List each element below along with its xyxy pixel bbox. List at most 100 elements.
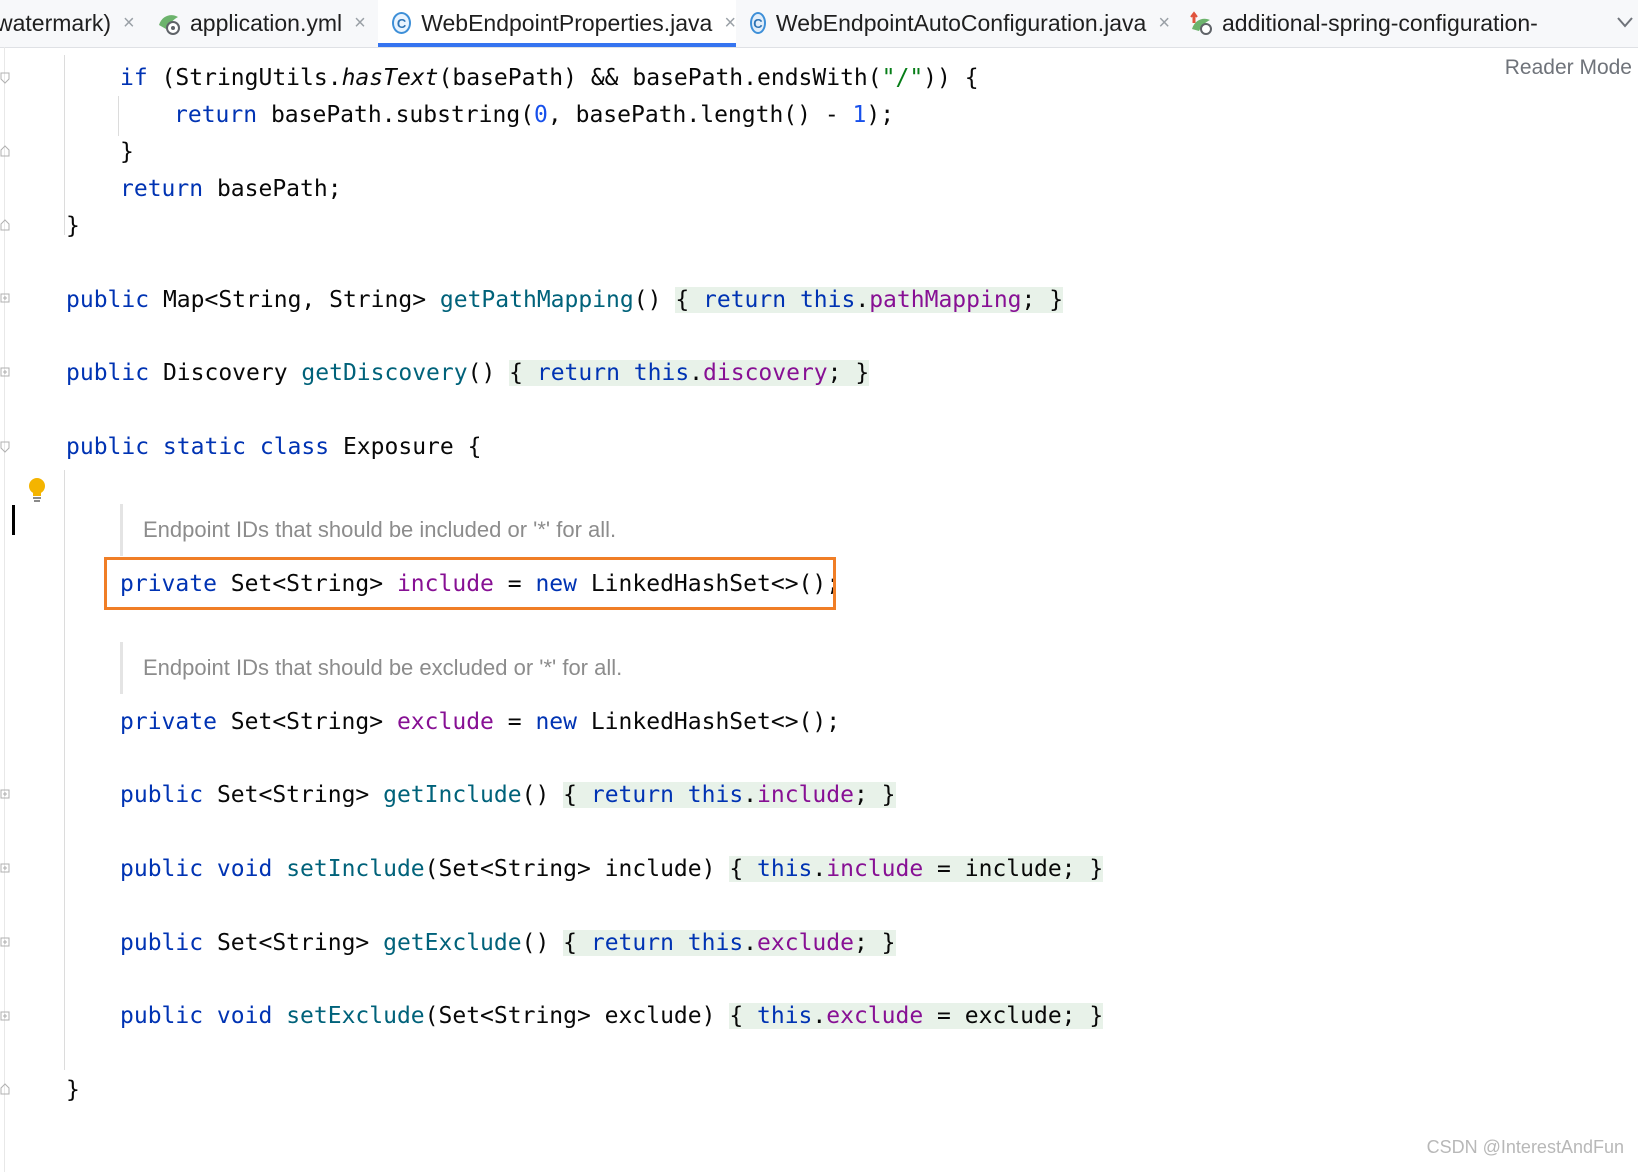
yml-config-icon	[159, 15, 180, 35]
code-line[interactable]: private Set<String> exclude = new Linked…	[120, 702, 840, 742]
code-line[interactable]: }	[66, 1070, 80, 1110]
fold-icon[interactable]	[0, 441, 10, 453]
code-token: if	[120, 65, 148, 91]
folded-region[interactable]: { return this.include; }	[563, 782, 896, 808]
code-token: }	[120, 139, 134, 165]
code-token: return this	[536, 360, 690, 386]
code-token: include	[757, 782, 854, 808]
code-token: this	[757, 856, 813, 882]
code-line[interactable]: public Map<String, String> getPathMappin…	[66, 280, 1064, 320]
code-token: getPathMapping	[439, 287, 634, 313]
reader-mode-toggle[interactable]: Reader Mode	[1505, 56, 1632, 80]
code-token: pathMapping	[869, 287, 1022, 313]
code-token: {	[509, 360, 537, 386]
expand-icon[interactable]	[0, 1011, 10, 1023]
tab-watermark[interactable]: watermark) ×	[0, 0, 146, 46]
code-line[interactable]: public Set<String> getExclude() { return…	[120, 923, 896, 963]
code-line[interactable]: public static class Exposure {	[66, 427, 481, 467]
code-token: public void	[120, 856, 273, 882]
code-token: ()	[467, 360, 510, 386]
code-line[interactable]: return basePath.substring(0, basePath.le…	[174, 95, 894, 135]
chevron-down-icon[interactable]	[1616, 10, 1634, 34]
expand-icon[interactable]	[0, 293, 10, 305]
tab-webendpointautoconfiguration[interactable]: C WebEndpointAutoConfiguration.java ×	[750, 0, 1170, 46]
tab-label: application.yml	[190, 9, 343, 36]
folded-region[interactable]: { return this.discovery; }	[509, 360, 870, 386]
javadoc-include: Endpoint IDs that should be included or …	[120, 504, 616, 556]
code-token: (Set<String> exclude)	[424, 1003, 730, 1029]
java-class-icon: C	[750, 12, 766, 34]
code-token: setInclude	[286, 856, 425, 882]
fold-icon[interactable]	[0, 219, 10, 231]
fold-icon[interactable]	[0, 1083, 10, 1095]
folded-region[interactable]: { return this.pathMapping; }	[675, 287, 1064, 313]
javadoc-exclude: Endpoint IDs that should be excluded or …	[120, 642, 622, 694]
tab-application-yml[interactable]: application.yml ×	[156, 0, 374, 46]
expand-icon[interactable]	[0, 789, 10, 801]
code-token: Set<String>	[216, 709, 397, 735]
tab-additional-spring-configuration[interactable]: additional-spring-configuration-	[1188, 0, 1608, 46]
close-icon[interactable]: ×	[724, 12, 736, 35]
code-token: hasText	[341, 65, 439, 91]
code-line[interactable]: public Set<String> getInclude() { return…	[120, 775, 896, 815]
folded-region[interactable]: { this.exclude = exclude; }	[729, 1003, 1104, 1029]
code-line[interactable]: return basePath;	[120, 169, 342, 209]
lightbulb-icon[interactable]	[26, 476, 48, 504]
code-token: .	[812, 1003, 827, 1029]
code-line[interactable]: public Discovery getDiscovery() { return…	[66, 353, 870, 393]
code-token: return this	[590, 930, 744, 956]
code-token: exclude	[396, 709, 494, 735]
expand-icon[interactable]	[0, 863, 10, 875]
code-token: "/"	[881, 65, 924, 91]
code-line[interactable]: }	[66, 206, 80, 246]
close-icon[interactable]: ×	[123, 12, 135, 35]
expand-icon[interactable]	[0, 937, 10, 949]
gutter	[4, 47, 5, 1172]
code-token: public	[66, 360, 150, 386]
code-token: {	[729, 856, 758, 882]
close-icon[interactable]: ×	[354, 12, 366, 35]
code-token: .	[743, 930, 758, 956]
code-token: exclude	[826, 1003, 924, 1029]
code-token: ; }	[853, 782, 896, 808]
folded-region[interactable]: { this.include = include; }	[729, 856, 1104, 882]
code-token: discovery	[703, 360, 828, 386]
indent-guide	[64, 470, 65, 1070]
code-token: include	[826, 856, 924, 882]
code-token: public	[120, 782, 204, 808]
fold-icon[interactable]	[0, 72, 10, 84]
code-token: setExclude	[286, 1003, 425, 1029]
code-token: new	[535, 709, 577, 735]
tab-label: WebEndpointProperties.java	[421, 9, 713, 36]
indent-guide	[64, 55, 65, 235]
code-token: {	[729, 1003, 758, 1029]
code-token: LinkedHashSet<>();	[576, 709, 841, 735]
close-icon[interactable]: ×	[1158, 12, 1170, 35]
code-line[interactable]: public void setExclude(Set<String> exclu…	[120, 996, 1104, 1036]
code-line[interactable]: public void setInclude(Set<String> inclu…	[120, 849, 1104, 889]
fold-icon[interactable]	[0, 145, 10, 157]
tab-webendpointproperties[interactable]: C WebEndpointProperties.java ×	[378, 0, 736, 47]
code-token: return	[120, 176, 204, 202]
code-token: this	[757, 1003, 813, 1029]
code-line[interactable]: }	[120, 132, 134, 172]
code-token: (basePath) && basePath.endsWith(	[438, 65, 882, 91]
code-token: = exclude; }	[923, 1003, 1104, 1029]
code-token: ; }	[827, 360, 870, 386]
code-token: (StringUtils.	[147, 65, 342, 91]
code-token: public void	[120, 1003, 273, 1029]
code-line[interactable]: if (StringUtils.hasText(basePath) && bas…	[120, 58, 979, 98]
code-token: }	[66, 213, 80, 239]
expand-icon[interactable]	[0, 367, 10, 379]
code-token: return this	[703, 287, 856, 313]
code-token: basePath;	[203, 176, 342, 202]
code-token: (Set<String> include)	[424, 856, 730, 882]
code-token: = include; }	[923, 856, 1104, 882]
code-token: return this	[590, 782, 744, 808]
code-token: public static class	[66, 434, 330, 460]
code-token: {	[563, 930, 591, 956]
code-token: basePath.substring(	[257, 102, 535, 128]
folded-region[interactable]: { return this.exclude; }	[563, 930, 896, 956]
code-token: Map<String, String>	[149, 287, 440, 313]
